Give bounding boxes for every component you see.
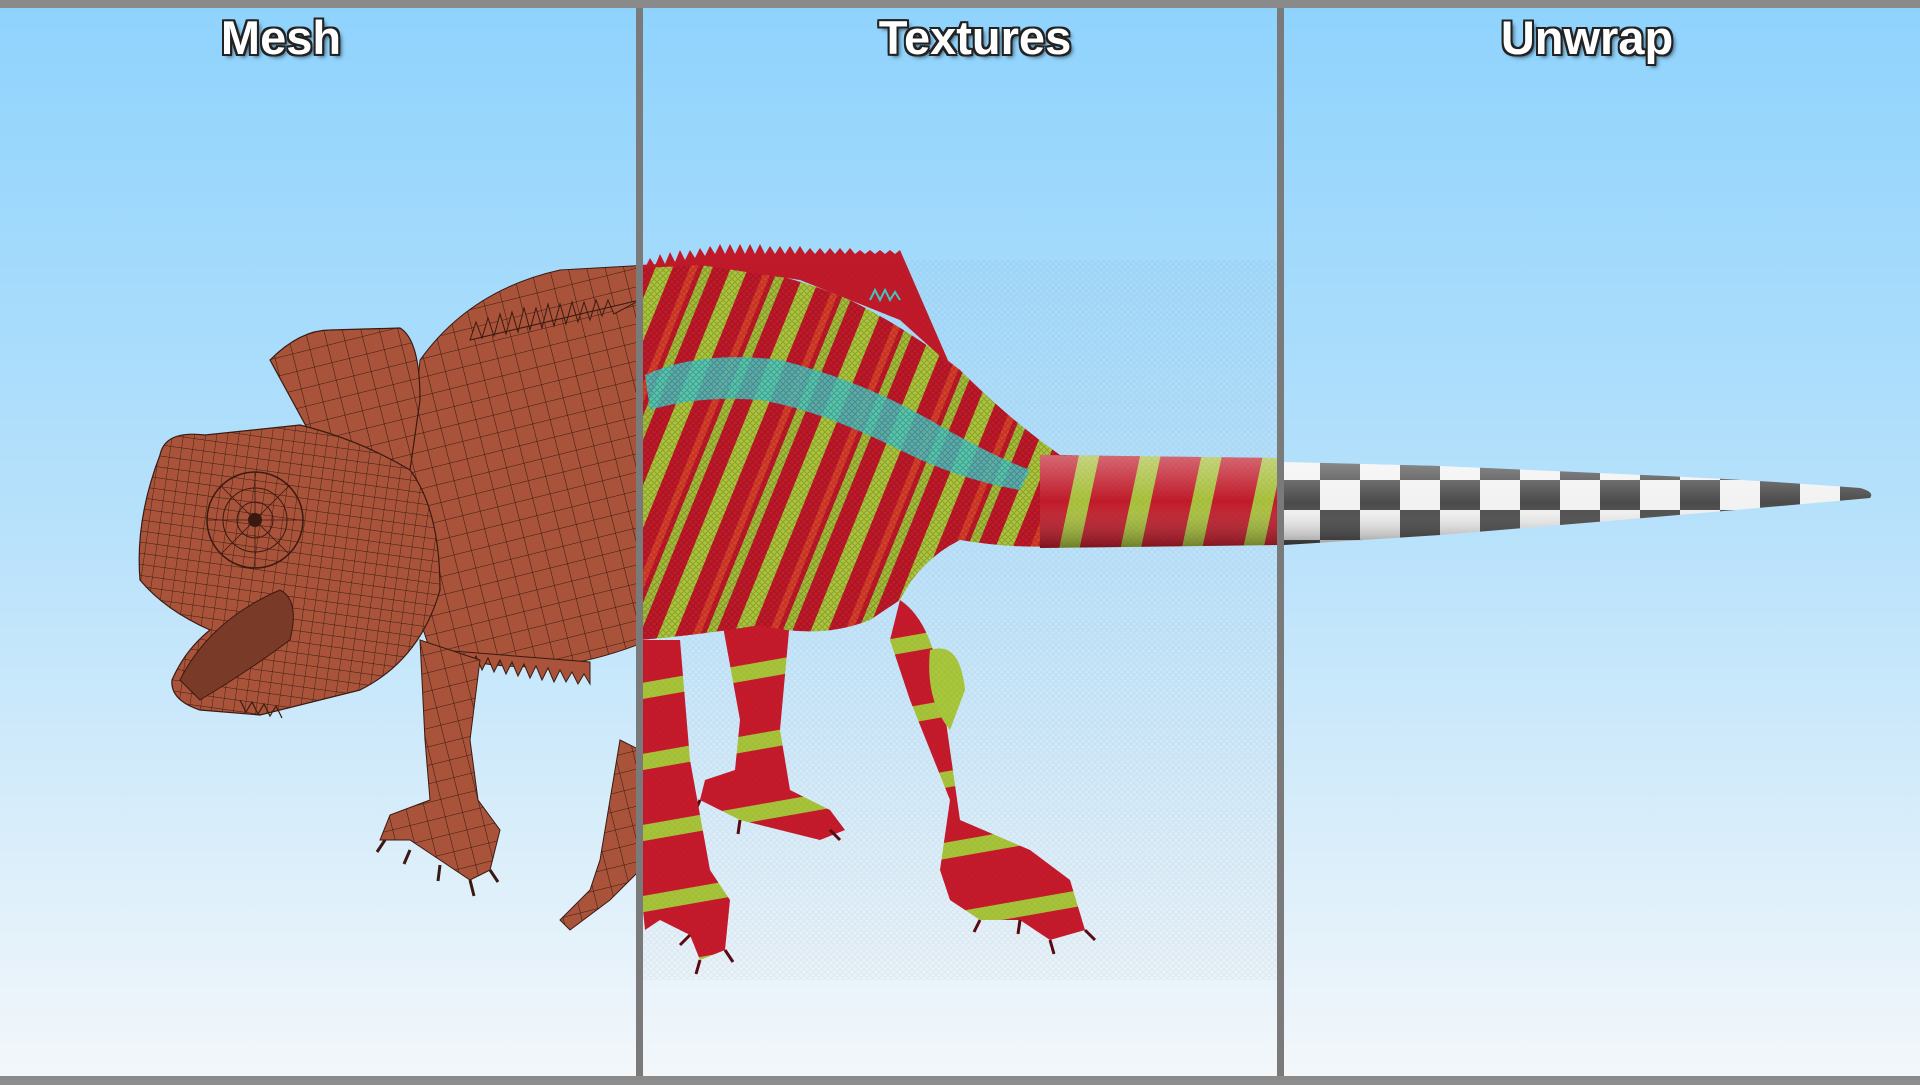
panel-label-textures: Textures [878, 11, 1072, 64]
render-comparison [0, 0, 1920, 1080]
textured-chameleon [643, 244, 1277, 980]
panel-divider [1277, 0, 1284, 1080]
render-canvas [0, 0, 1920, 1080]
panel-divider [636, 0, 643, 1080]
unwrap-panel [1284, 8, 1920, 1076]
panel-label-unwrap: Unwrap [1500, 11, 1674, 64]
panel-label-mesh: Mesh [220, 11, 342, 64]
